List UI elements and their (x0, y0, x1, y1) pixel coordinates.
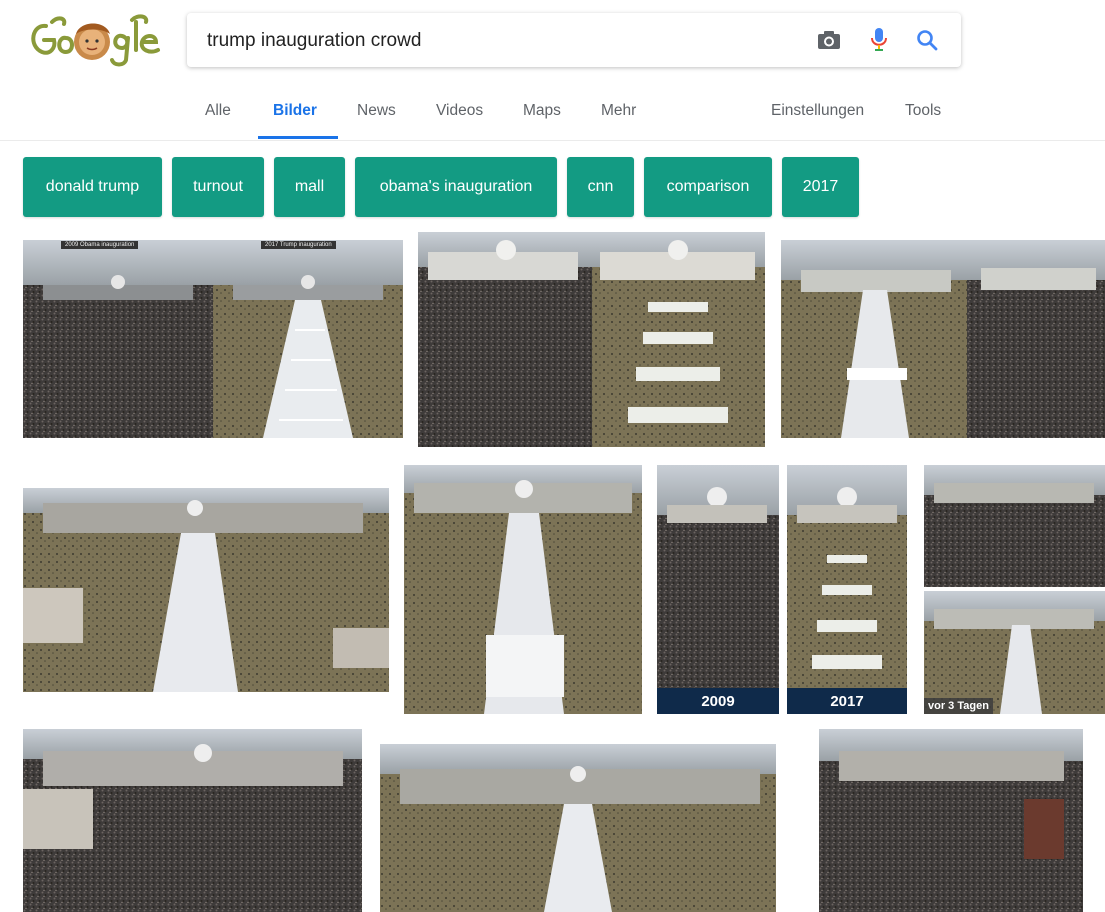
image-result-7[interactable]: vor 3 Tagen (924, 465, 1105, 714)
image-age-label: vor 3 Tagen (924, 698, 993, 714)
image-result-6[interactable]: 2009 2017 (657, 465, 907, 714)
tab-news[interactable]: News (357, 102, 396, 120)
search-box (187, 13, 961, 67)
search-icon[interactable] (913, 26, 941, 54)
image-result-3[interactable] (781, 240, 1105, 438)
tab-all[interactable]: Alle (205, 102, 231, 120)
tab-tools[interactable]: Tools (905, 102, 941, 120)
image-result-2[interactable] (418, 232, 765, 447)
chip-comparison[interactable]: comparison (644, 157, 772, 217)
chip-2017[interactable]: 2017 (782, 157, 859, 217)
image-result-4[interactable] (23, 488, 389, 692)
chip-donald-trump[interactable]: donald trump (23, 157, 162, 217)
tab-images[interactable]: Bilder (273, 102, 317, 120)
chip-turnout[interactable]: turnout (172, 157, 264, 217)
camera-icon[interactable] (815, 26, 843, 54)
image-result-8[interactable] (23, 729, 362, 912)
year-label-2009: 2009 (657, 688, 779, 714)
tab-settings[interactable]: Einstellungen (771, 102, 864, 120)
chip-cnn[interactable]: cnn (567, 157, 634, 217)
header: Alle Bilder News Videos Maps Mehr Einste… (0, 0, 1105, 141)
image-result-1[interactable]: 2009 Obama inauguration 2017 Trump inaug… (23, 240, 403, 438)
google-doodle-logo[interactable] (22, 12, 162, 68)
tab-more[interactable]: Mehr (601, 102, 636, 120)
image-caption-2009: 2009 Obama inauguration (61, 241, 139, 249)
search-input[interactable] (205, 27, 769, 55)
image-result-10[interactable] (819, 729, 1083, 912)
year-label-2017: 2017 (787, 688, 907, 714)
active-tab-indicator (258, 136, 338, 139)
tab-maps[interactable]: Maps (523, 102, 561, 120)
chip-mall[interactable]: mall (274, 157, 345, 217)
image-result-5[interactable] (404, 465, 642, 714)
microphone-icon[interactable] (865, 26, 893, 54)
tab-videos[interactable]: Videos (436, 102, 483, 120)
chip-obamas-inauguration[interactable]: obama's inauguration (355, 157, 557, 217)
search-tabs: Alle Bilder News Videos Maps Mehr Einste… (0, 95, 1105, 140)
image-caption-2017: 2017 Trump inauguration (261, 241, 336, 249)
image-result-9[interactable] (380, 744, 776, 912)
